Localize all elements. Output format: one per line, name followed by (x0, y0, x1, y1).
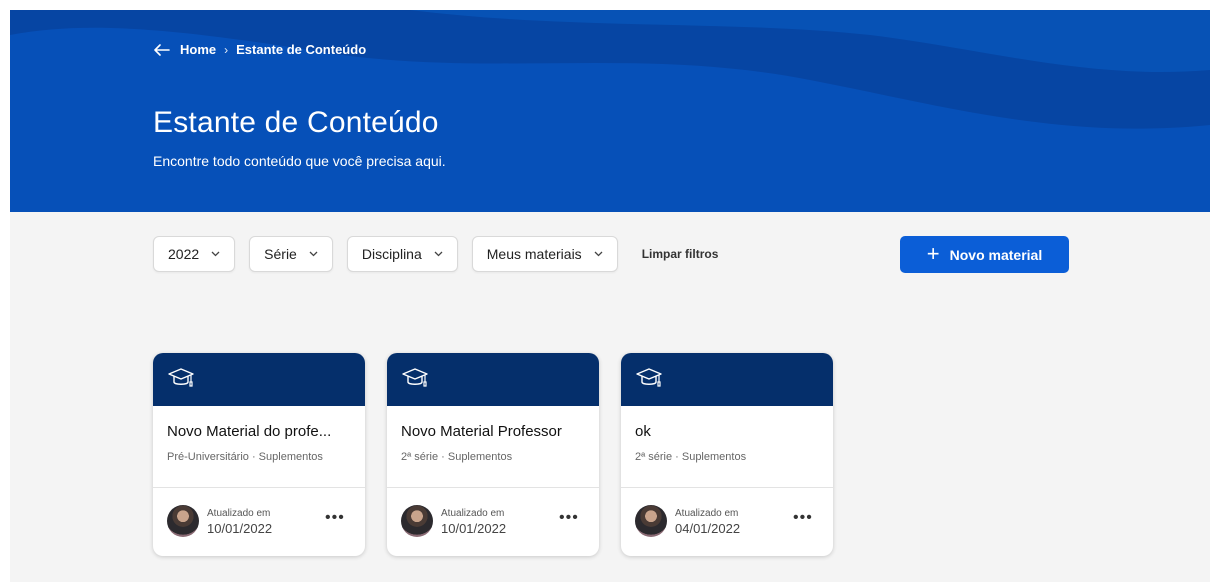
card-title: ok (635, 423, 651, 440)
graduation-cap-icon (168, 368, 194, 387)
card-title: Novo Material Professor (401, 423, 562, 440)
card-title: Novo Material do profe... (167, 423, 332, 440)
breadcrumb-current: Estante de Conteúdo (236, 42, 367, 57)
new-material-button[interactable]: + Novo material (900, 236, 1069, 273)
graduation-cap-icon (636, 368, 662, 387)
chevron-down-icon (434, 251, 443, 257)
material-card[interactable]: Novo Material do profe... Pré-Universitá… (153, 353, 365, 556)
breadcrumb: Home › Estante de Conteúdo (154, 42, 366, 57)
card-meta: 2ª série · Suplementos (401, 451, 513, 463)
card-meta: Pré-Universitário · Suplementos (167, 451, 323, 463)
serie-filter-dropdown[interactable]: Série (249, 236, 333, 272)
filter-bar: 2022 Série Disciplina Meus materiais Lim… (153, 236, 718, 272)
updated-date: 04/01/2022 (675, 521, 741, 536)
breadcrumb-separator: › (224, 42, 229, 57)
year-filter-dropdown[interactable]: 2022 (153, 236, 236, 272)
card-divider (153, 487, 365, 488)
avatar (635, 505, 667, 537)
page-subtitle: Encontre todo conteúdo que você precisa … (153, 153, 446, 169)
more-options-icon[interactable]: ••• (325, 510, 345, 526)
hero-banner: Home › Estante de Conteúdo Estante de Co… (10, 10, 1210, 212)
updated-label: Atualizado em (207, 508, 271, 519)
updated-date: 10/01/2022 (207, 521, 273, 536)
meus-materiais-filter-dropdown[interactable]: Meus materiais (471, 236, 618, 272)
updated-label: Atualizado em (675, 508, 739, 519)
breadcrumb-home-link[interactable]: Home (180, 42, 216, 57)
new-material-label: Novo material (949, 246, 1043, 263)
card-divider (621, 487, 833, 488)
disciplina-filter-dropdown[interactable]: Disciplina (346, 236, 458, 272)
more-options-icon[interactable]: ••• (793, 510, 813, 526)
avatar (401, 505, 433, 537)
card-divider (387, 487, 599, 488)
card-meta: 2ª série · Suplementos (635, 451, 747, 463)
material-card[interactable]: ok 2ª série · Suplementos Atualizado em … (621, 353, 833, 556)
avatar (167, 505, 199, 537)
card-header (621, 353, 833, 406)
card-header (387, 353, 599, 406)
material-card[interactable]: Novo Material Professor 2ª série · Suple… (387, 353, 599, 556)
materials-list: Novo Material do profe... Pré-Universitá… (153, 353, 855, 556)
plus-icon: + (926, 240, 940, 266)
chevron-down-icon (211, 251, 220, 257)
updated-label: Atualizado em (441, 508, 505, 519)
updated-date: 10/01/2022 (441, 521, 507, 536)
more-options-icon[interactable]: ••• (559, 510, 579, 526)
graduation-cap-icon (402, 368, 428, 387)
card-header (153, 353, 365, 406)
year-filter-value: 2022 (168, 246, 200, 262)
chevron-down-icon (594, 251, 603, 257)
meus-materiais-filter-value: Meus materiais (486, 246, 582, 262)
serie-filter-value: Série (264, 246, 297, 262)
chevron-down-icon (309, 251, 318, 257)
back-arrow-icon[interactable] (154, 43, 170, 56)
clear-filters-link[interactable]: Limpar filtros (642, 247, 719, 261)
page-title: Estante de Conteúdo (153, 106, 439, 139)
disciplina-filter-value: Disciplina (361, 246, 422, 262)
page: Home › Estante de Conteúdo Estante de Co… (10, 10, 1210, 582)
